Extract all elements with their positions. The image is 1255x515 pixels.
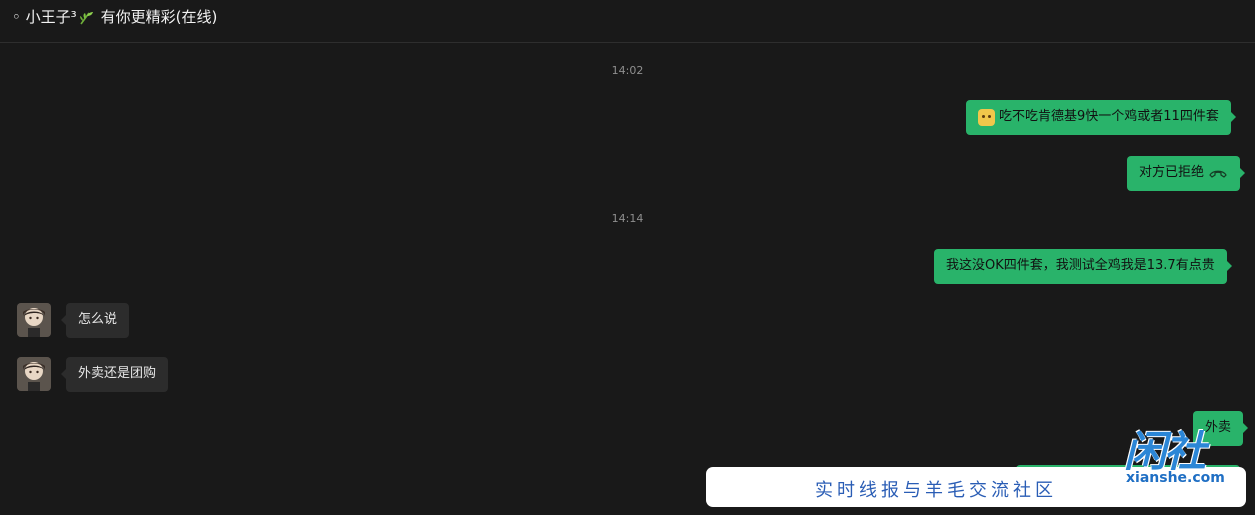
message-text: 外卖	[1205, 420, 1232, 435]
avatar[interactable]	[17, 303, 51, 337]
contact-status: 有你更精彩(在线)	[100, 8, 218, 26]
doge-emoji-icon	[978, 108, 995, 126]
avatar[interactable]	[17, 357, 51, 391]
chat-title[interactable]: ◦ 小王子³ 有你更精彩(在线)	[12, 6, 217, 27]
watermark-slogan: 实时线报与羊毛交流社区	[815, 480, 1057, 501]
message-text: 我这没OK四件套，我测试全鸡我是13.7有点贵	[946, 258, 1215, 273]
avatar-image	[17, 303, 51, 337]
message-text: 对方已拒绝	[1139, 165, 1205, 180]
chat-window: ◦ 小王子³ 有你更精彩(在线) 14:02 吃不吃肯德基9快一个鸡或者11四件…	[0, 0, 1255, 515]
timestamp: 14:14	[611, 212, 644, 225]
avatar-image	[17, 357, 51, 391]
watermark-url: xianshe.com	[1126, 470, 1225, 486]
chat-header: ◦ 小王子³ 有你更精彩(在线)	[0, 0, 1255, 43]
message-bubble-incoming[interactable]: 外卖还是团购	[60, 357, 169, 392]
message-bubble-incoming[interactable]: 怎么说	[60, 303, 130, 338]
hangup-phone-icon	[1209, 170, 1227, 178]
message-bubble-outgoing[interactable]: 我这没OK四件套，我测试全鸡我是13.7有点贵	[934, 249, 1232, 284]
contact-name: ◦ 小王子³	[12, 8, 77, 26]
message-text: 吃不吃肯德基9快一个鸡或者11四件套	[999, 109, 1219, 124]
call-declined-bubble[interactable]: 对方已拒绝	[1127, 156, 1246, 191]
message-bubble-outgoing[interactable]: 吃不吃肯德基9快一个鸡或者11四件套	[966, 100, 1236, 135]
sprout-icon	[79, 11, 93, 24]
timestamp: 14:02	[611, 64, 644, 77]
message-text: 怎么说	[78, 312, 118, 327]
message-text: 外卖还是团购	[78, 366, 157, 381]
